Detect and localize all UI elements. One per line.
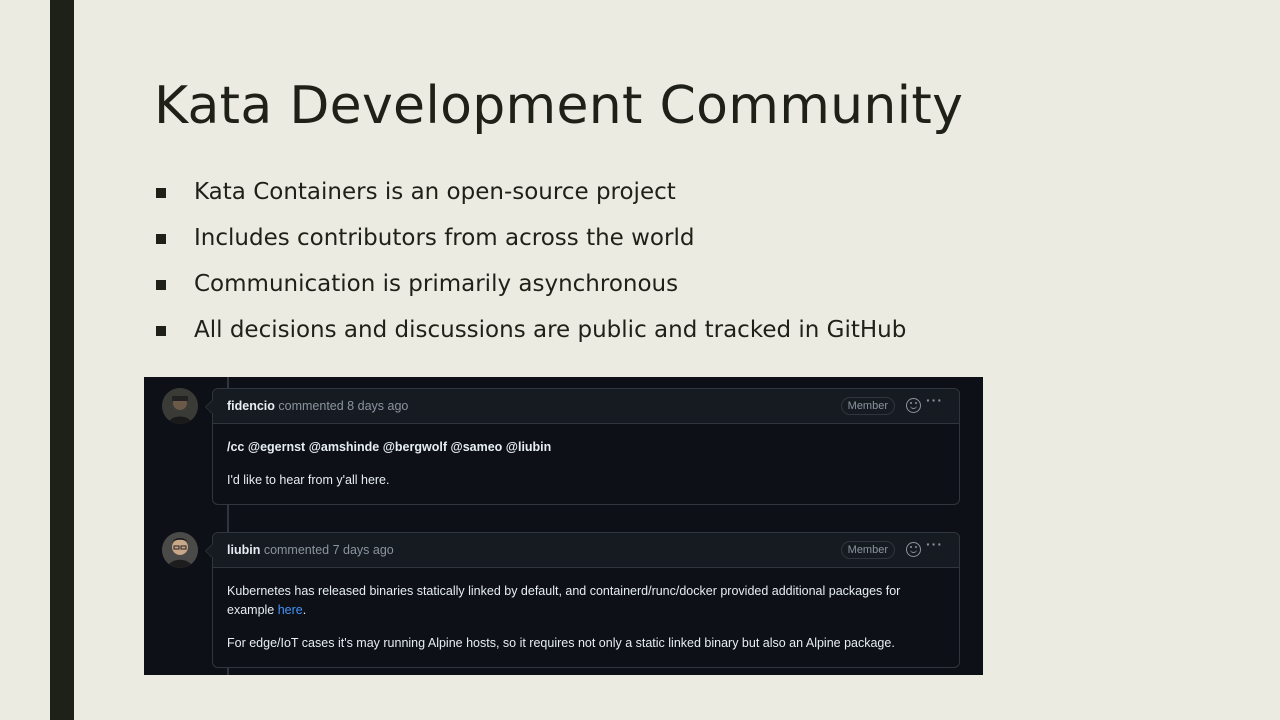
bullet-text: All decisions and discussions are public… [194,317,907,343]
more-options-icon[interactable]: ··· [926,536,943,552]
comment-pointer [205,543,213,559]
bullet-item: Kata Containers is an open-source projec… [154,178,906,224]
mention-link[interactable]: @amshinde [309,440,380,454]
comment-header: liubin commented 7 days ago Member ··· [205,533,959,568]
bullet-text: Kata Containers is an open-source projec… [194,179,676,205]
comment-pointer [205,399,213,415]
smiley-icon[interactable] [906,542,921,557]
comment-author[interactable]: fidencio [227,399,275,413]
comment-body: Kubernetes has released binaries statica… [213,568,959,667]
comment-card: liubin commented 7 days ago Member ··· K… [205,532,960,668]
comment-body: /cc @egernst @amshinde @bergwolf @sameo … [213,424,959,504]
comment-text: I'd like to hear from y'all here. [227,473,390,487]
mention-line: /cc @egernst @amshinde @bergwolf @sameo … [227,440,552,454]
bullet-text: Communication is primarily asynchronous [194,271,679,297]
member-badge: Member [840,397,895,415]
slide-accent-bar [50,0,74,720]
here-link[interactable]: here [278,603,303,617]
more-options-icon[interactable]: ··· [926,392,943,408]
bullet-text: Includes contributors from across the wo… [194,225,695,251]
comment-text: For edge/IoT cases it's may running Alpi… [227,636,895,650]
comment-author[interactable]: liubin [227,543,260,557]
comment-text: Kubernetes has released binaries statica… [227,584,901,617]
mention-link[interactable]: @liubin [506,440,552,454]
mention-link[interactable]: @egernst [248,440,305,454]
bullet-list: Kata Containers is an open-source projec… [154,178,906,362]
member-badge: Member [840,541,895,559]
avatar-liubin[interactable] [162,532,198,568]
bullet-item: Includes contributors from across the wo… [154,224,906,270]
bullet-item: All decisions and discussions are public… [154,316,906,362]
comment-timestamp[interactable]: commented 7 days ago [264,543,394,557]
bullet-item: Communication is primarily asynchronous [154,270,906,316]
mention-link[interactable]: @bergwolf [383,440,447,454]
comment-timestamp[interactable]: commented 8 days ago [278,399,408,413]
avatar-fidencio[interactable] [162,388,198,424]
bullet-square-icon [156,234,166,244]
smiley-icon[interactable] [906,398,921,413]
slide-title: Kata Development Community [154,76,964,136]
bullet-square-icon [156,280,166,290]
comment-header: fidencio commented 8 days ago Member ··· [205,389,959,424]
comment-card: fidencio commented 8 days ago Member ···… [205,388,960,505]
mention-link[interactable]: @sameo [451,440,503,454]
bullet-square-icon [156,326,166,336]
github-discussion-screenshot: fidencio commented 8 days ago Member ···… [144,377,983,675]
bullet-square-icon [156,188,166,198]
